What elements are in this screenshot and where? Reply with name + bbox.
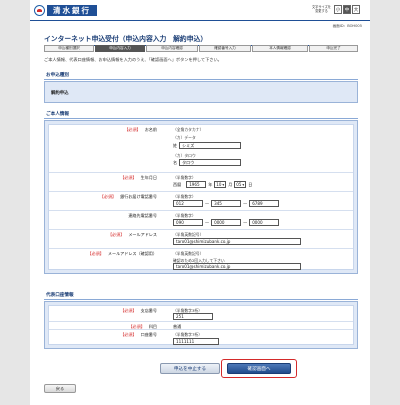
bank-logo[interactable]: 清水銀行: [34, 5, 97, 16]
name-hint: （全角カタカナ）: [173, 127, 204, 132]
account-info-form: 【必須】 支店番号 （半角数字3桁） 251 【必須】 科目 普通 【必須】 口座番号…: [44, 301, 358, 349]
bank-name: 清水銀行: [47, 5, 97, 16]
section-application-type-title: お申込種別: [44, 71, 358, 80]
font-size-small-button[interactable]: 小: [334, 5, 342, 14]
step-complete: 申込完了: [309, 45, 358, 52]
section-personal-info-title: ご本人情報: [44, 110, 358, 119]
step-input: 申込内容入力: [95, 45, 145, 52]
contact-phone-1-input[interactable]: 090: [173, 219, 203, 226]
email-input[interactable]: taro01@shimizubank.co.jp: [173, 238, 301, 245]
font-size-medium-button[interactable]: 中: [343, 5, 351, 14]
screen-id: 画面ID：BOH005: [332, 24, 362, 28]
email-label: 【必須】 メールアドレス: [107, 232, 157, 237]
account-number-label: 【必須】 口座番号: [120, 332, 157, 337]
birthday-row: 【必須】生年月日 （半角数字） 西暦 1965 年 10 月 05 日: [49, 173, 353, 192]
email-confirm-label: 【必須】 メールアドレス（確認用）: [87, 251, 158, 256]
birth-year-input[interactable]: 1965: [186, 181, 207, 188]
email-confirm-row: 【必須】 メールアドレス（確認用） （半角英数記号） 確認のため2回入力して下さい…: [49, 249, 353, 273]
contact-phone-2-input[interactable]: 0000: [211, 219, 242, 226]
registered-phone-row: 【必須】 銀行お届け電話番号 （半角数字） 012 — 345 — 6789: [49, 192, 353, 211]
registered-phone-2-input[interactable]: 345: [211, 200, 242, 207]
contact-phone-row: 連絡先電話番号 （半角数字） 090 — 0000 — 0000: [49, 211, 353, 230]
sei-input[interactable]: シミズ: [179, 142, 242, 149]
header-divider: [30, 20, 370, 21]
email-row: 【必須】 メールアドレス （半角英数記号） taro01@shimizubank.…: [49, 230, 353, 249]
font-size-large-button[interactable]: 大: [352, 5, 360, 14]
step-identity-check: 本人情報確認: [252, 45, 308, 52]
email-confirm-hint: （半角英数記号）: [173, 251, 204, 256]
step-type-select: 申込種別選択: [44, 45, 94, 52]
page: 清水銀行 文字サイズを 変更する 小 中 大 画面ID：BOH005 インターネ…: [30, 0, 370, 405]
font-size-label: 文字サイズを 変更する: [311, 4, 331, 13]
subject-label: 【必須】 科目: [128, 323, 157, 329]
email-confirm-input[interactable]: taro01@shimizubank.co.jp: [173, 263, 301, 270]
intro-text: ご本人情報、代表口座情報、お申込情報を入力のうえ、「確認画面へ」ボタンを押して下…: [44, 57, 222, 62]
registered-phone-label: 【必須】 銀行お届け電話番号: [99, 194, 157, 199]
cancel-application-button[interactable]: 申込を中止する: [160, 363, 220, 374]
contact-phone-label: 連絡先電話番号: [128, 213, 157, 218]
registered-phone-1-input[interactable]: 012: [173, 200, 203, 207]
birth-day-select[interactable]: 05: [234, 181, 247, 188]
branch-label: 【必須】 支店番号: [120, 308, 157, 313]
era-label: 西暦: [173, 181, 182, 187]
registered-phone-3-input[interactable]: 6789: [249, 200, 280, 207]
application-type-value: 解約申込: [51, 91, 69, 96]
progress-steps: 申込種別選択 申込内容入力 申込内容確認 確認番号入力 本人情報確認 申込完了: [44, 45, 358, 52]
subject-value: 普通: [173, 323, 182, 329]
step-code-input: 確認番号入力: [199, 45, 251, 52]
sei-kana-hint: （カ）データ: [173, 135, 196, 140]
name-fields: （全角カタカナ） （カ）データ 姓 シミズ （カ）タロウ 名 タロウ: [173, 125, 242, 172]
subject-row: 【必須】 科目 普通: [49, 322, 353, 330]
account-number-input[interactable]: 1111111: [173, 338, 219, 345]
application-type-panel: 解約申込: [44, 81, 358, 103]
name-label: 【必須】 お名前: [124, 127, 157, 132]
branch-row: 【必須】 支店番号 （半角数字3桁） 251: [49, 306, 353, 322]
birthday-label: 【必須】 生年月日: [120, 175, 157, 180]
personal-info-form: 【必須】 お名前 （全角カタカナ） （カ）データ 姓 シミズ （カ）タロウ 名 タ…: [44, 120, 358, 274]
mei-label: 名: [173, 159, 178, 165]
bank-emblem-icon: [34, 5, 45, 16]
branch-input[interactable]: 251: [173, 313, 213, 320]
mei-input[interactable]: タロウ: [179, 159, 242, 166]
back-button[interactable]: 戻る: [44, 384, 76, 393]
section-account-info-title: 代表口座情報: [44, 291, 358, 300]
confirm-screen-button[interactable]: 確認画面へ: [227, 363, 291, 374]
name-row: 【必須】 お名前 （全角カタカナ） （カ）データ 姓 シミズ （カ）タロウ 名 タ…: [49, 125, 353, 173]
account-number-row: 【必須】 口座番号 （半角数字7桁） 1111111: [49, 330, 353, 348]
birth-month-select[interactable]: 10: [214, 181, 227, 188]
step-confirm: 申込内容確認: [146, 45, 198, 52]
sei-label: 姓: [173, 142, 178, 148]
contact-phone-3-input[interactable]: 0000: [249, 219, 280, 226]
font-size-switcher: 文字サイズを 変更する 小 中 大: [312, 5, 360, 14]
